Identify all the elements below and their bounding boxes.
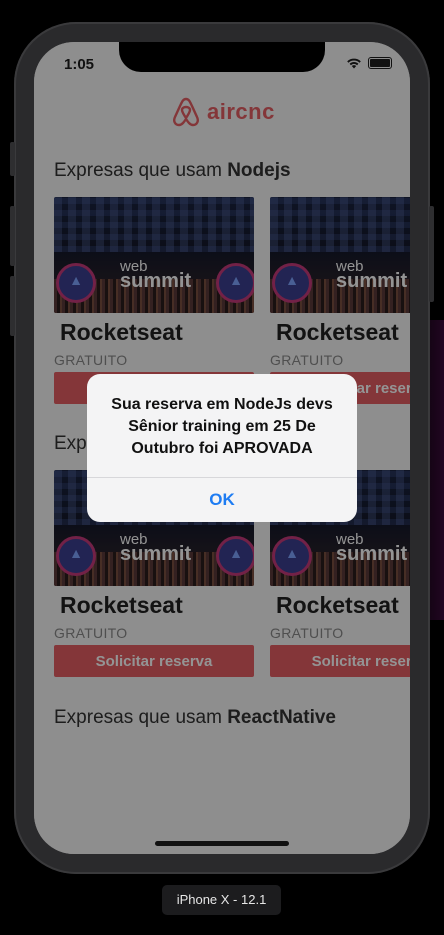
status-time: 1:05: [64, 56, 95, 73]
wifi-icon: [347, 58, 361, 69]
home-indicator[interactable]: [155, 841, 289, 846]
simulator-device-label: iPhone X - 12.1: [162, 885, 281, 915]
volume-down-button: [10, 276, 15, 336]
alert-dialog: Sua reserva em NodeJs devs Sênior traini…: [87, 374, 357, 522]
mute-switch: [10, 142, 15, 176]
battery-icon: [368, 57, 392, 69]
power-button: [429, 206, 434, 302]
alert-ok-button[interactable]: OK: [87, 478, 357, 522]
alert-message: Sua reserva em NodeJs devs Sênior traini…: [111, 396, 333, 457]
notch: [119, 42, 325, 72]
status-icons: [346, 57, 392, 69]
volume-up-button: [10, 206, 15, 266]
app-screen: 1:05 aircnc Expresas que usam Nodejs web…: [34, 42, 410, 854]
